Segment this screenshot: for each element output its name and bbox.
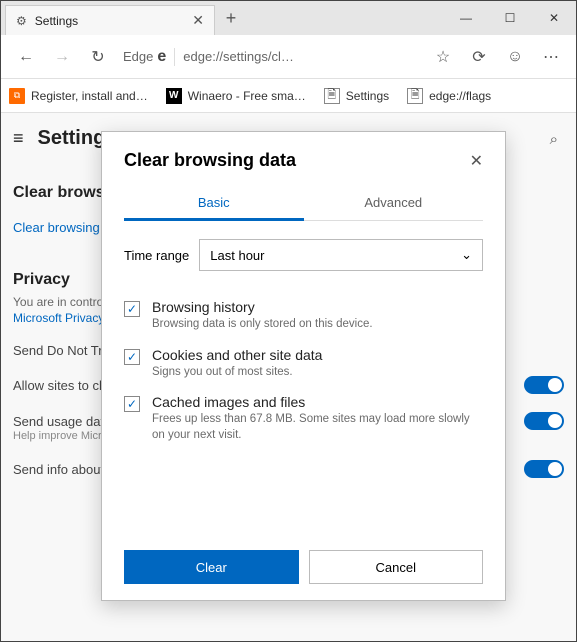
address-bar[interactable]: Edge e edge://settings/cl… [123,41,418,73]
bookmark-item[interactable]: 🗎 Settings [324,88,389,104]
time-range-select[interactable]: Last hour ⌄ [199,239,483,271]
window-maximize-button[interactable]: ☐ [488,3,532,33]
back-button[interactable]: ← [9,40,43,74]
cancel-button[interactable]: Cancel [309,550,484,584]
chevron-down-icon: ⌄ [461,247,472,263]
clear-button[interactable]: Clear [124,550,299,584]
search-icon[interactable]: ⌕ [550,131,558,148]
more-button[interactable]: ⋯ [534,40,568,74]
tab-advanced[interactable]: Advanced [304,187,484,220]
forward-button[interactable]: → [45,40,79,74]
bookmark-label: edge://flags [429,89,491,103]
tab-title: Settings [35,14,78,28]
checkbox-label: Cached images and files [152,394,483,410]
dialog-tabs: Basic Advanced [124,187,483,221]
document-icon: 🗎 [407,88,423,104]
bookmark-label: Settings [346,89,389,103]
window-titlebar: ⚙ Settings ✕ + — ☐ ✕ [1,1,576,35]
bookmark-item[interactable]: ⧉ Register, install and… [9,88,148,104]
checkbox-label: Cookies and other site data [152,347,322,363]
bookmark-item[interactable]: 🗎 edge://flags [407,88,491,104]
favorite-button[interactable]: ☆ [426,40,460,74]
feedback-icon[interactable]: ☺ [498,40,532,74]
checkbox-cookies[interactable]: ✓ [124,349,140,365]
sync-icon[interactable]: ⟳ [462,40,496,74]
dialog-title: Clear browsing data [124,150,296,171]
checkbox-browsing-history[interactable]: ✓ [124,301,140,317]
time-range-value: Last hour [210,248,264,263]
new-tab-button[interactable]: + [215,8,247,29]
document-icon: 🗎 [324,88,340,104]
time-range-label: Time range [124,248,189,263]
checkbox-cached-files[interactable]: ✓ [124,396,140,412]
browser-toolbar: ← → ↻ Edge e edge://settings/cl… ☆ ⟳ ☺ ⋯ [1,35,576,79]
refresh-button[interactable]: ↻ [81,40,115,74]
checkbox-label: Browsing history [152,299,373,315]
bookmark-item[interactable]: W Winaero - Free sma… [166,88,306,104]
menu-icon[interactable]: ≡ [13,128,24,149]
gear-icon: ⚙ [16,14,27,28]
clear-browsing-data-dialog: Clear browsing data ✕ Basic Advanced Tim… [101,131,506,601]
bookmark-favicon: W [166,88,182,104]
browser-tab[interactable]: ⚙ Settings ✕ [5,5,215,35]
address-url: edge://settings/cl… [183,49,418,64]
checkbox-description: Browsing data is only stored on this dev… [152,317,373,333]
tab-basic[interactable]: Basic [124,187,304,221]
bookmark-favicon: ⧉ [9,88,25,104]
edge-icon: e [157,48,175,66]
close-tab-icon[interactable]: ✕ [192,12,204,29]
toggle-switch[interactable] [524,376,564,394]
bookmark-label: Winaero - Free sma… [188,89,306,103]
address-prefix: Edge [123,49,153,64]
close-icon[interactable]: ✕ [470,151,483,171]
window-minimize-button[interactable]: — [444,3,488,33]
bookmarks-bar: ⧉ Register, install and… W Winaero - Fre… [1,79,576,113]
window-close-button[interactable]: ✕ [532,3,576,33]
toggle-switch[interactable] [524,412,564,430]
setting-label: Send usage data [13,414,111,429]
checkbox-description: Signs you out of most sites. [152,365,322,381]
bookmark-label: Register, install and… [31,89,148,103]
toggle-switch[interactable] [524,460,564,478]
checkbox-description: Frees up less than 67.8 MB. Some sites m… [152,412,483,443]
